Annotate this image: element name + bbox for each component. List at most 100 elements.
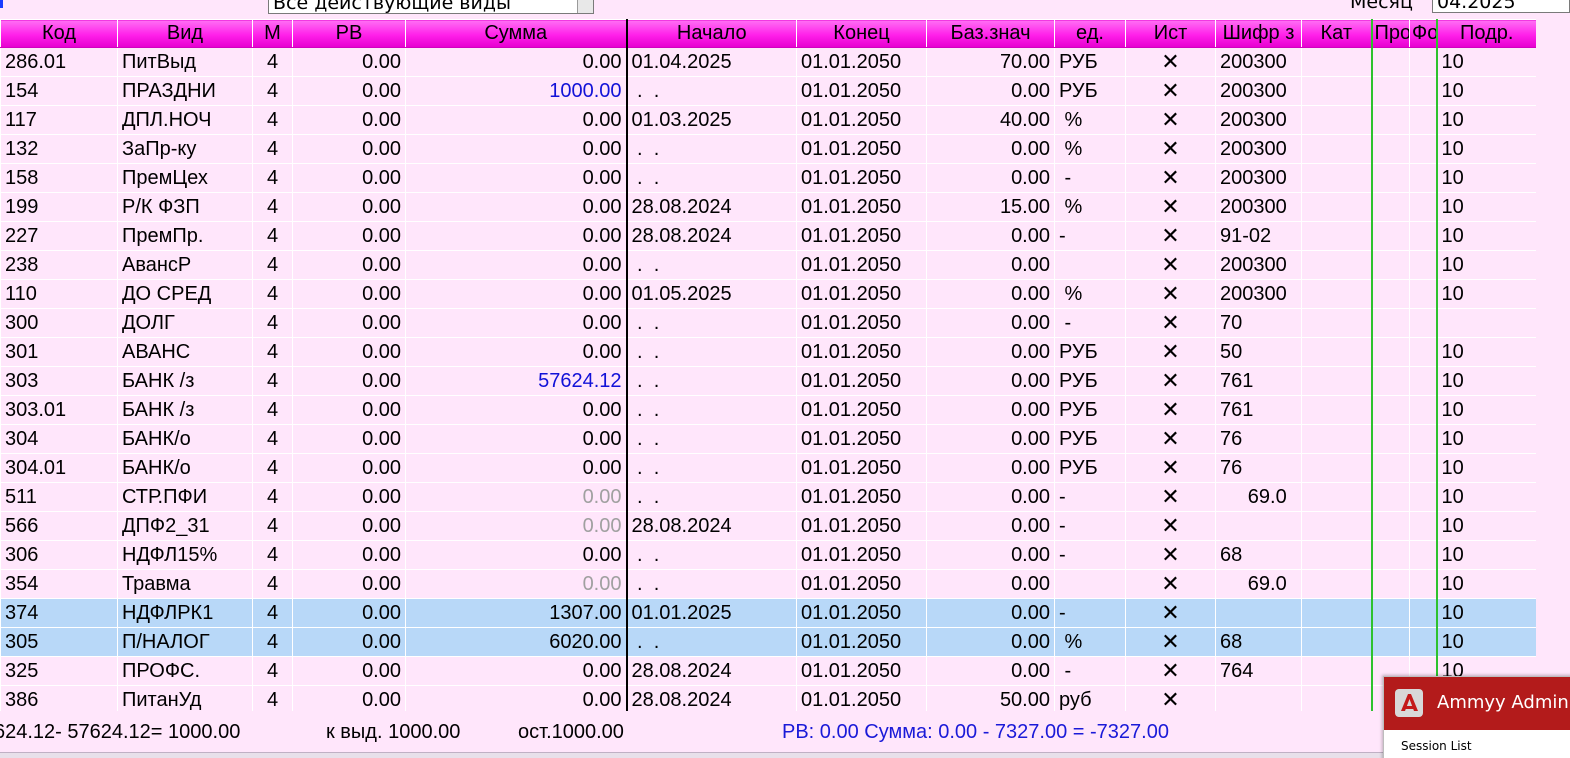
cell-col-fo[interactable] <box>1409 627 1437 657</box>
cell-col-end[interactable]: 01.01.2050 <box>796 308 927 338</box>
cell-col-kind[interactable]: ПремПр. <box>117 221 253 251</box>
cell-col-dept[interactable]: 10 <box>1435 134 1536 164</box>
cell-col-base[interactable]: 0.00 <box>926 395 1055 425</box>
cell-col-base[interactable]: 0.00 <box>926 250 1055 280</box>
cell-col-code[interactable]: 300 <box>0 308 118 338</box>
cell-col-pro[interactable] <box>1370 424 1410 454</box>
cell-col-m[interactable]: 4 <box>252 76 293 106</box>
cell-col-m[interactable]: 4 <box>252 337 293 367</box>
cell-col-code[interactable]: 303.01 <box>0 395 118 425</box>
cell-col-unit[interactable]: РУБ <box>1054 424 1126 454</box>
table-row[interactable]: 238 АвансР 4 0.00 0.00 . . 01.01.2050 0.00 ✕ 200… <box>0 250 1536 280</box>
cell-col-kind[interactable]: Травма <box>117 569 253 599</box>
cell-col-base[interactable]: 0.00 <box>926 482 1055 512</box>
cell-col-cipher[interactable]: 200300 <box>1215 250 1302 280</box>
cell-col-base[interactable]: 0.00 <box>926 511 1055 541</box>
table-row[interactable]: 301 АВАНС 4 0.00 0.00 . . 01.01.2050 0.00 РУБ ✕ 5… <box>0 337 1536 367</box>
cell-col-dept[interactable]: 10 <box>1435 395 1536 425</box>
cell-col-dept[interactable]: 10 <box>1435 47 1536 77</box>
cell-col-sum[interactable]: 0.00 <box>405 47 627 77</box>
cell-col-m[interactable]: 4 <box>252 250 293 280</box>
cell-col-cipher[interactable]: 76 <box>1215 424 1302 454</box>
cell-col-kind[interactable]: ПитанУд <box>117 685 253 711</box>
table-row[interactable]: 303.01 БАНК /з 4 0.00 0.00 . . 01.01.2050 0.00… <box>0 395 1536 425</box>
cell-col-source[interactable]: ✕ <box>1125 105 1216 135</box>
cell-col-m[interactable]: 4 <box>252 163 293 193</box>
cell-col-kind[interactable]: ПремЦех <box>117 163 253 193</box>
cell-col-source[interactable]: ✕ <box>1125 395 1216 425</box>
cell-col-kind[interactable]: ПРОФС. <box>117 656 253 686</box>
month-input[interactable]: 04.2025 <box>1432 0 1570 13</box>
cell-col-rv[interactable]: 0.00 <box>292 337 406 367</box>
cell-col-sum[interactable]: 0.00 <box>405 482 627 512</box>
cell-col-end[interactable]: 01.01.2050 <box>796 105 927 135</box>
table-row[interactable]: 325 ПРОФС. 4 0.00 0.00 28.08.2024 01.01.2050 0.… <box>0 656 1536 686</box>
cell-col-pro[interactable] <box>1370 540 1410 570</box>
cell-col-start[interactable]: 01.03.2025 <box>625 105 797 135</box>
cell-col-sum[interactable]: 0.00 <box>405 395 627 425</box>
cell-col-unit[interactable]: % <box>1054 105 1126 135</box>
cell-col-pro[interactable] <box>1370 192 1410 222</box>
cell-col-kind[interactable]: АВАНС <box>117 337 253 367</box>
cell-col-sum[interactable]: 0.00 <box>405 453 627 483</box>
cell-col-base[interactable]: 0.00 <box>926 221 1055 251</box>
cell-col-unit[interactable]: - <box>1054 598 1126 628</box>
cell-col-sum[interactable]: 0.00 <box>405 192 627 222</box>
cell-col-m[interactable]: 4 <box>252 134 293 164</box>
cell-col-start[interactable]: . . <box>625 569 797 599</box>
cell-col-sum[interactable]: 0.00 <box>405 279 627 309</box>
cell-col-unit[interactable]: - <box>1054 540 1126 570</box>
cell-col-source[interactable]: ✕ <box>1125 685 1216 711</box>
cell-col-rv[interactable]: 0.00 <box>292 192 406 222</box>
cell-col-unit[interactable] <box>1054 250 1126 280</box>
cell-col-end[interactable]: 01.01.2050 <box>796 598 927 628</box>
cell-col-cipher[interactable]: 76 <box>1215 453 1302 483</box>
cell-col-source[interactable]: ✕ <box>1125 540 1216 570</box>
cell-col-fo[interactable] <box>1409 424 1437 454</box>
cell-col-source[interactable]: ✕ <box>1125 627 1216 657</box>
cell-col-cat[interactable] <box>1301 656 1372 686</box>
cell-col-rv[interactable]: 0.00 <box>292 511 406 541</box>
cell-col-cat[interactable] <box>1301 453 1372 483</box>
cell-col-unit[interactable]: - <box>1054 482 1126 512</box>
cell-col-dept[interactable]: 10 <box>1435 453 1536 483</box>
cell-col-code[interactable]: 227 <box>0 221 118 251</box>
cell-col-fo[interactable] <box>1409 598 1437 628</box>
cell-col-end[interactable]: 01.01.2050 <box>796 76 927 106</box>
cell-col-dept[interactable]: 10 <box>1435 366 1536 396</box>
cell-col-source[interactable]: ✕ <box>1125 279 1216 309</box>
cell-col-dept[interactable] <box>1435 308 1536 338</box>
cell-col-cat[interactable] <box>1301 569 1372 599</box>
header-col-end[interactable]: Конец <box>796 19 927 48</box>
cell-col-m[interactable]: 4 <box>252 192 293 222</box>
cell-col-rv[interactable]: 0.00 <box>292 453 406 483</box>
cell-col-cipher[interactable]: 200300 <box>1215 134 1302 164</box>
cell-col-m[interactable]: 4 <box>252 279 293 309</box>
cell-col-rv[interactable]: 0.00 <box>292 540 406 570</box>
cell-col-unit[interactable]: РУБ <box>1054 453 1126 483</box>
cell-col-cat[interactable] <box>1301 134 1372 164</box>
cell-col-sum[interactable]: 0.00 <box>405 569 627 599</box>
cell-col-source[interactable]: ✕ <box>1125 308 1216 338</box>
cell-col-base[interactable]: 40.00 <box>926 105 1055 135</box>
cell-col-cipher[interactable] <box>1215 598 1302 628</box>
cell-col-start[interactable]: 28.08.2024 <box>625 192 797 222</box>
header-col-pro[interactable]: Про <box>1370 19 1410 48</box>
cell-col-sum[interactable]: 0.00 <box>405 163 627 193</box>
popup-header[interactable]: Ammyy Admin <box>1384 677 1570 730</box>
cell-col-cat[interactable] <box>1301 395 1372 425</box>
cell-col-start[interactable]: 01.05.2025 <box>625 279 797 309</box>
cell-col-base[interactable]: 0.00 <box>926 308 1055 338</box>
cell-col-source[interactable]: ✕ <box>1125 366 1216 396</box>
cell-col-dept[interactable]: 10 <box>1435 511 1536 541</box>
header-col-unit[interactable]: ед. <box>1054 19 1126 48</box>
cell-col-pro[interactable] <box>1370 250 1410 280</box>
cell-col-code[interactable]: 286.01 <box>0 47 118 77</box>
cell-col-start[interactable]: . . <box>625 76 797 106</box>
cell-col-unit[interactable]: - <box>1054 511 1126 541</box>
cell-col-dept[interactable]: 10 <box>1435 482 1536 512</box>
cell-col-pro[interactable] <box>1370 105 1410 135</box>
cell-col-cat[interactable] <box>1301 279 1372 309</box>
dropdown-arrow-icon[interactable] <box>577 0 593 13</box>
cell-col-start[interactable]: . . <box>625 540 797 570</box>
